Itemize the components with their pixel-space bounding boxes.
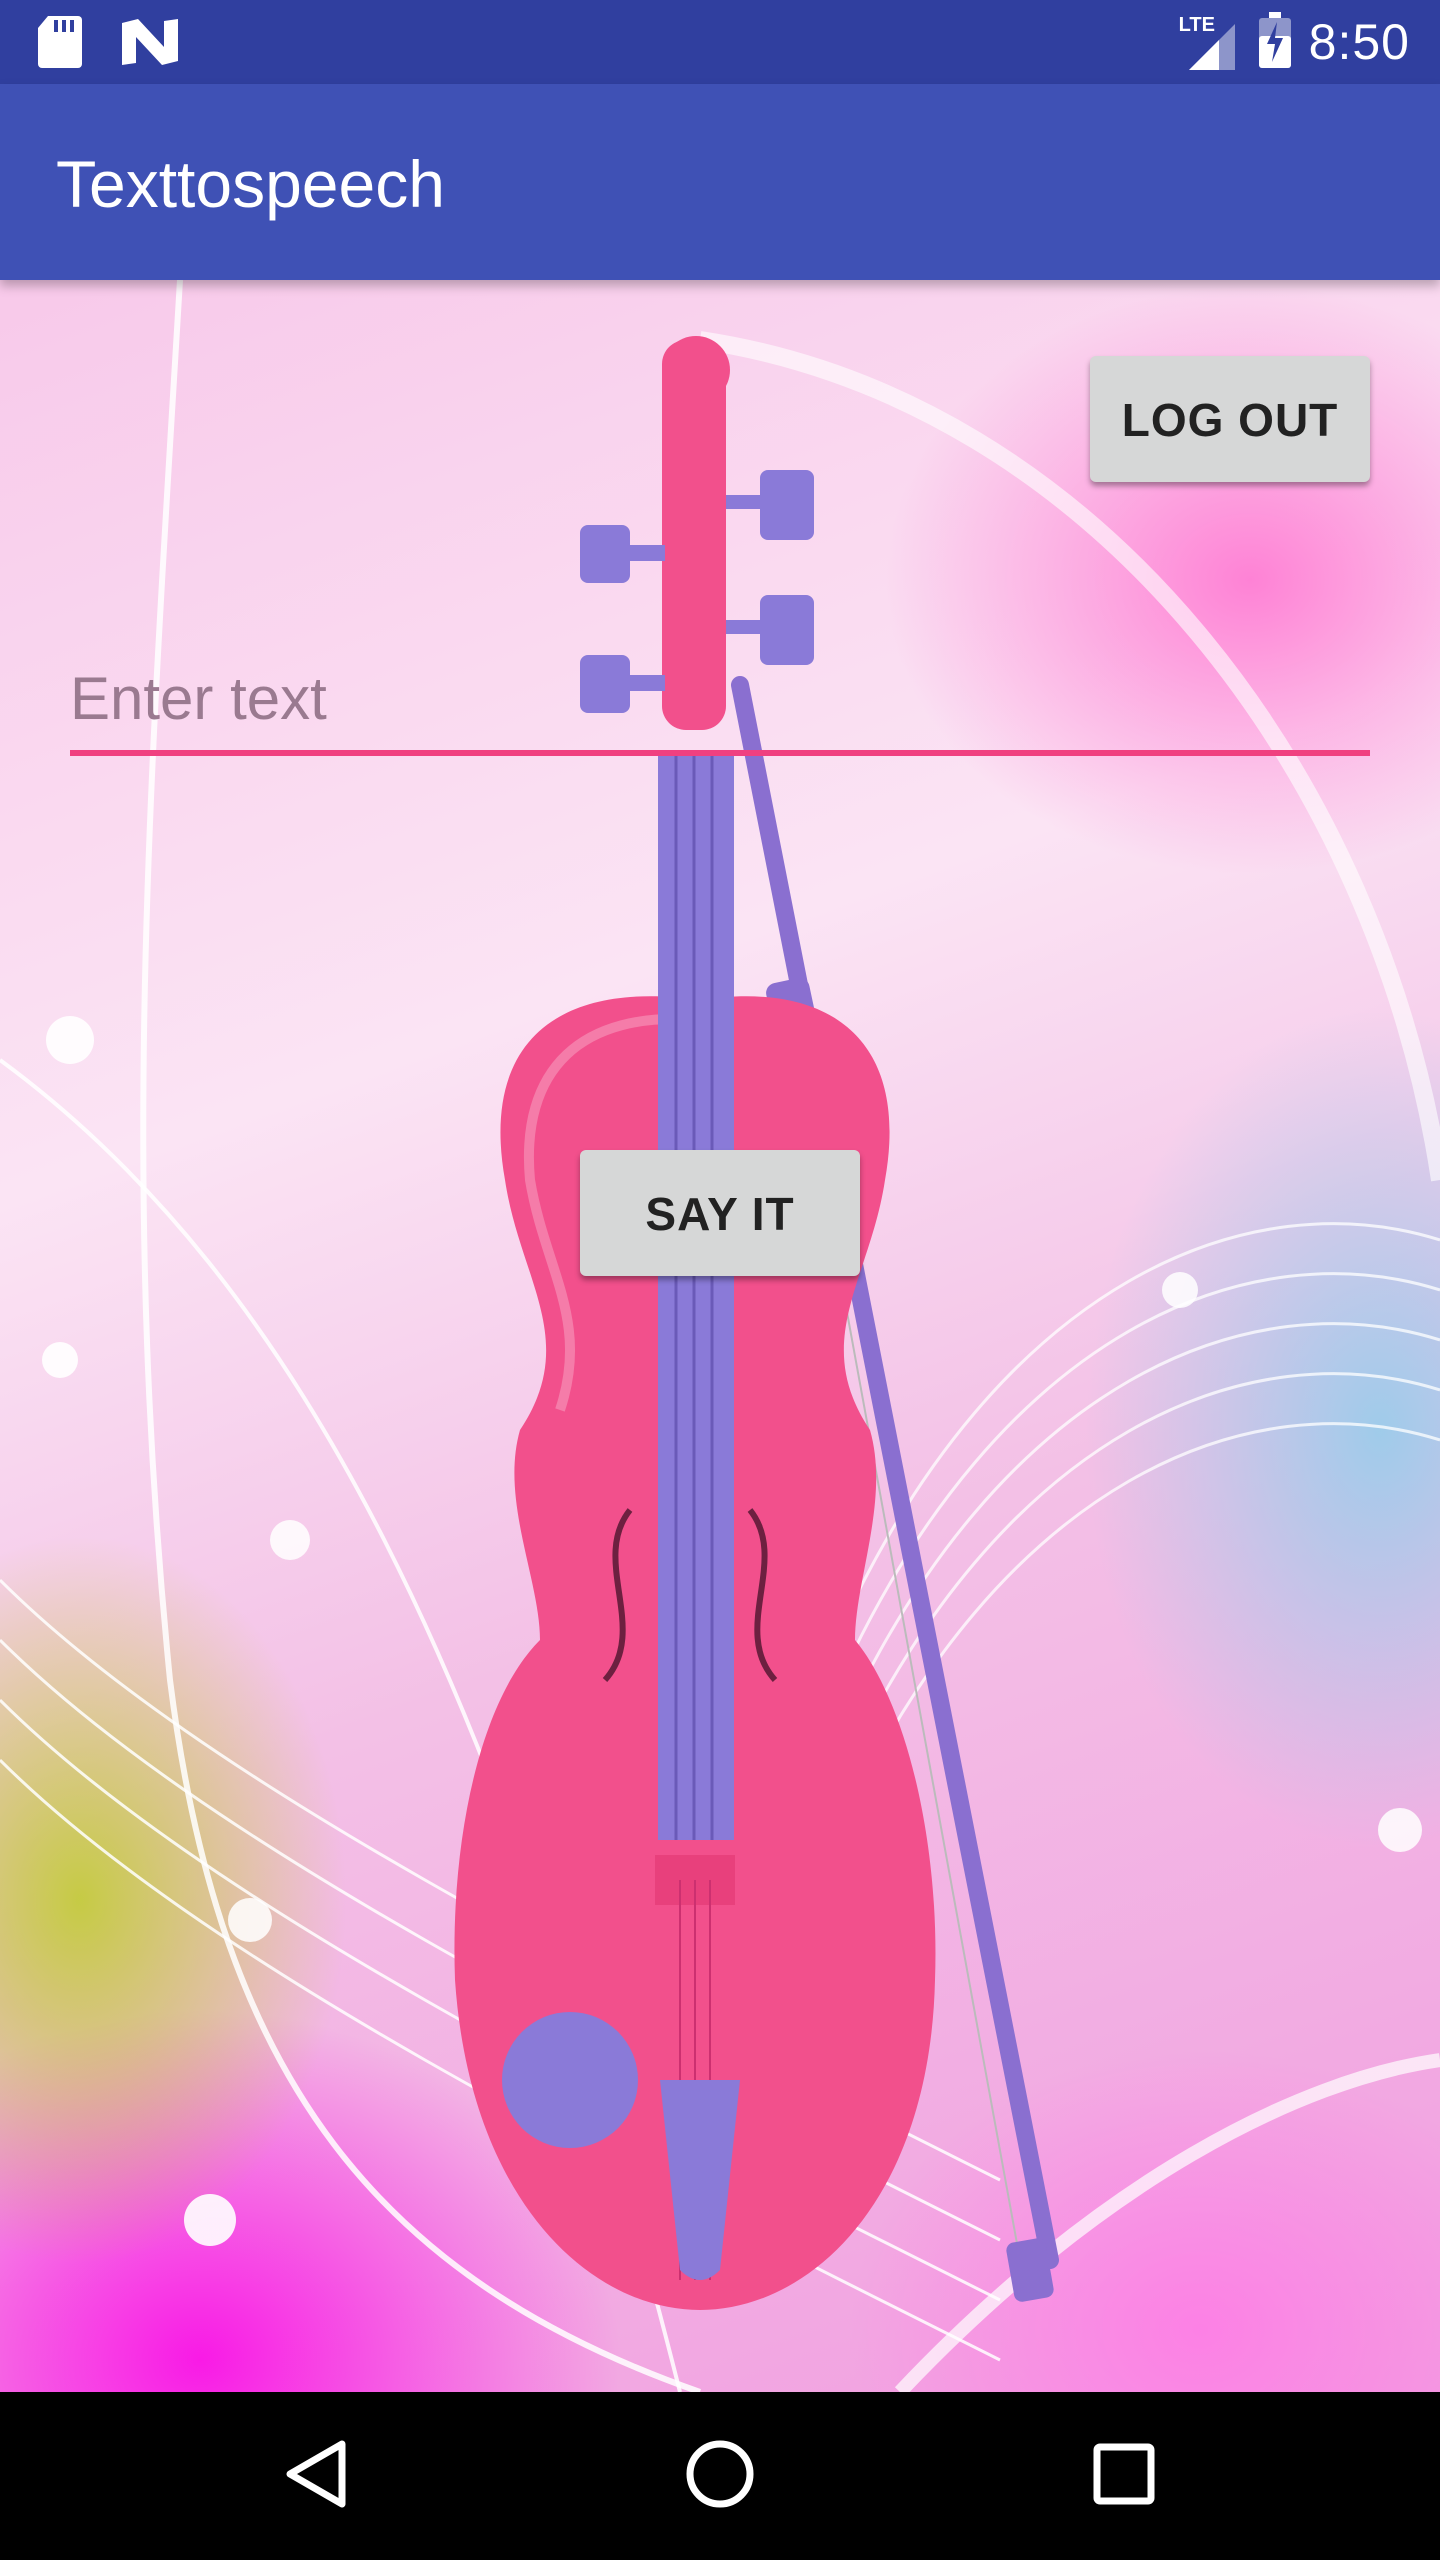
nav-bar [0, 2392, 1440, 2560]
n-logo-icon [122, 19, 178, 70]
back-button[interactable] [266, 2426, 366, 2526]
text-input[interactable] [70, 650, 1370, 746]
status-right: LTE 8:50 [1179, 10, 1410, 74]
home-icon [684, 2438, 756, 2515]
main-content: LOG OUT SAY IT [0, 280, 1440, 2392]
app-bar: Texttospeech [0, 84, 1440, 280]
back-icon [284, 2438, 348, 2515]
home-button[interactable] [670, 2426, 770, 2526]
sd-card-icon [38, 16, 82, 73]
screen: LTE 8:50 Texttospeech LOG OUT Enter text… [0, 0, 1440, 2560]
recents-button[interactable] [1074, 2426, 1174, 2526]
lte-signal-icon: LTE [1179, 14, 1241, 70]
text-input-underline [70, 750, 1370, 756]
app-title: Texttospeech [56, 147, 445, 221]
violin-background-image [0, 280, 1440, 2392]
say-it-button[interactable]: SAY IT [580, 1150, 860, 1276]
status-left [38, 16, 178, 73]
logout-button[interactable]: LOG OUT [1090, 356, 1370, 482]
status-time: 8:50 [1308, 14, 1410, 70]
recents-icon [1092, 2442, 1156, 2511]
status-bar: LTE 8:50 [0, 0, 1440, 84]
text-input-field [70, 650, 1370, 760]
battery-icon [1258, 11, 1291, 73]
